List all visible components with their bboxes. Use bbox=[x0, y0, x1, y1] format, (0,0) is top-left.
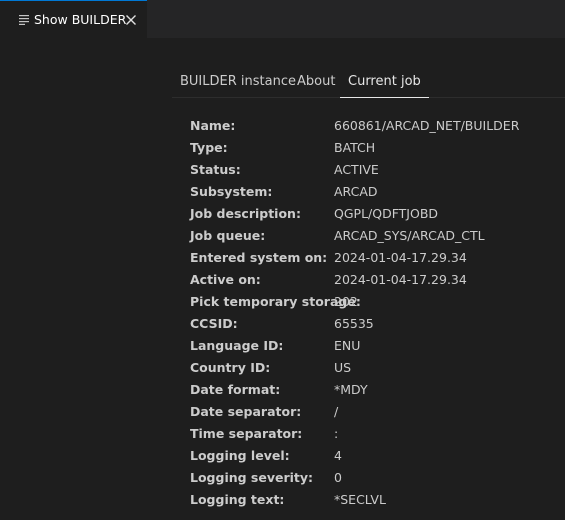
panel-tab-bar: BUILDER instance About Current job bbox=[172, 66, 565, 98]
detail-value: ARCAD bbox=[334, 184, 378, 199]
detail-key: Status: bbox=[190, 162, 241, 177]
detail-key: CCSID: bbox=[190, 316, 238, 331]
detail-row-date-format: Date format: *MDY bbox=[190, 379, 560, 401]
detail-key: Date separator: bbox=[190, 404, 302, 419]
detail-key: Subsystem: bbox=[190, 184, 273, 199]
detail-value: 2024-01-04-17.29.34 bbox=[334, 272, 467, 287]
tab-current-job-label: Current job bbox=[348, 74, 421, 89]
detail-row-time-separator: Time separator: : bbox=[190, 423, 560, 445]
detail-value: : bbox=[334, 426, 339, 441]
detail-row-language-id: Language ID: ENU bbox=[190, 335, 560, 357]
detail-row-logging-severity: Logging severity: 0 bbox=[190, 467, 560, 489]
detail-row-name: Name: 660861/ARCAD_NET/BUILDER bbox=[190, 115, 560, 137]
detail-row-logging-text: Logging text: *SECLVL bbox=[190, 489, 560, 511]
detail-key: Logging level: bbox=[190, 448, 290, 463]
editor-tab-strip: Show BUILDER bbox=[0, 0, 565, 38]
detail-row-status: Status: ACTIVE bbox=[190, 159, 560, 181]
editor-tab-show-builder[interactable]: Show BUILDER bbox=[0, 0, 147, 38]
detail-key: Date format: bbox=[190, 382, 281, 397]
detail-row-subsystem: Subsystem: ARCAD bbox=[190, 181, 560, 203]
detail-key: Country ID: bbox=[190, 360, 271, 375]
detail-value: / bbox=[334, 404, 339, 419]
detail-row-date-separator: Date separator: / bbox=[190, 401, 560, 423]
detail-key: Logging severity: bbox=[190, 470, 314, 485]
detail-value: *MDY bbox=[334, 382, 368, 397]
detail-row-active-on: Active on: 2024-01-04-17.29.34 bbox=[190, 269, 560, 291]
detail-value: *SECLVL bbox=[334, 492, 386, 507]
detail-key: Job description: bbox=[190, 206, 301, 221]
current-job-details: Name: 660861/ARCAD_NET/BUILDER Type: BAT… bbox=[190, 115, 560, 511]
detail-key: Name: bbox=[190, 118, 236, 133]
detail-value: 65535 bbox=[334, 316, 374, 331]
detail-value: 0 bbox=[334, 470, 342, 485]
detail-key: Job queue: bbox=[190, 228, 266, 243]
detail-value: QGPL/QDFTJOBD bbox=[334, 206, 439, 221]
editor-tab-label: Show BUILDER bbox=[34, 12, 127, 27]
detail-row-job-queue: Job queue: ARCAD_SYS/ARCAD_CTL bbox=[190, 225, 560, 247]
detail-value: BATCH bbox=[334, 140, 376, 155]
detail-row-pick-temporary-storage: Pick temporary storage: 202 bbox=[190, 291, 560, 313]
detail-key: Time separator: bbox=[190, 426, 303, 441]
tab-current-job[interactable]: Current job bbox=[340, 66, 429, 98]
detail-value: ACTIVE bbox=[334, 162, 379, 177]
tab-about[interactable]: About bbox=[289, 66, 343, 97]
detail-key: Logging text: bbox=[190, 492, 285, 507]
preview-lines-icon bbox=[19, 15, 29, 25]
detail-key: Active on: bbox=[190, 272, 261, 287]
tab-builder-instance[interactable]: BUILDER instance bbox=[172, 66, 304, 97]
detail-row-entered-system-on: Entered system on: 2024-01-04-17.29.34 bbox=[190, 247, 560, 269]
detail-row-type: Type: BATCH bbox=[190, 137, 560, 159]
detail-value: 2024-01-04-17.29.34 bbox=[334, 250, 467, 265]
detail-key: Entered system on: bbox=[190, 250, 328, 265]
show-builder-view: BUILDER instance About Current job Name:… bbox=[0, 38, 565, 520]
tab-about-label: About bbox=[297, 74, 336, 89]
detail-value: 202 bbox=[334, 294, 358, 309]
detail-value: 4 bbox=[334, 448, 342, 463]
detail-row-country-id: Country ID: US bbox=[190, 357, 560, 379]
tab-builder-instance-label: BUILDER instance bbox=[180, 74, 296, 89]
close-icon[interactable] bbox=[125, 14, 137, 26]
detail-row-ccsid: CCSID: 65535 bbox=[190, 313, 560, 335]
detail-value: US bbox=[334, 360, 352, 375]
detail-row-logging-level: Logging level: 4 bbox=[190, 445, 560, 467]
detail-value: ENU bbox=[334, 338, 361, 353]
detail-key: Language ID: bbox=[190, 338, 284, 353]
detail-value: 660861/ARCAD_NET/BUILDER bbox=[334, 118, 520, 133]
detail-value: ARCAD_SYS/ARCAD_CTL bbox=[334, 228, 485, 243]
detail-key: Type: bbox=[190, 140, 228, 155]
detail-row-job-description: Job description: QGPL/QDFTJOBD bbox=[190, 203, 560, 225]
